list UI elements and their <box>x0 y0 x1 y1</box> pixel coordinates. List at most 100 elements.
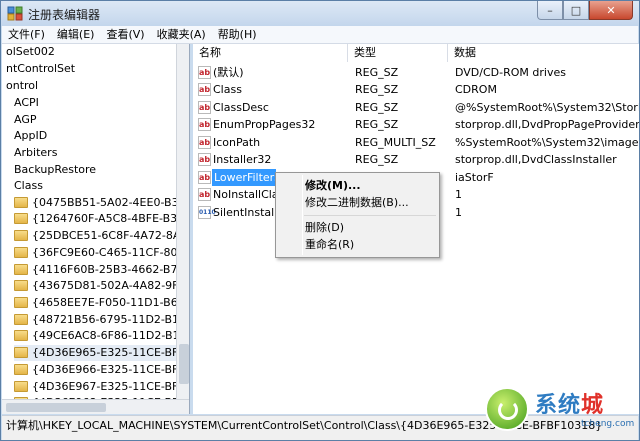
tree-item-guid[interactable]: {0475BB51-5A02-4EE0-B36C-2 <box>14 195 190 211</box>
menu-item-rename[interactable]: 重命名(R) <box>305 236 354 254</box>
value-name: SilentInstall <box>213 206 278 219</box>
value-data: CDROM <box>455 83 497 96</box>
caption-buttons: – □ ✕ <box>537 1 633 20</box>
string-value-icon: ab <box>198 83 211 96</box>
value-name: EnumPropPages32 <box>213 118 316 131</box>
watermark-text: 系统城 <box>535 393 605 418</box>
tree-horizontal-scrollbar[interactable] <box>2 399 189 414</box>
value-row[interactable]: ab ClassDesc REG_SZ @%SystemRoot%\System… <box>193 99 639 116</box>
tree-item-guid[interactable]: {4D36E967-E325-11CE-BFC1-0 <box>14 379 190 395</box>
close-button[interactable]: ✕ <box>589 1 633 20</box>
folder-icon <box>14 230 28 241</box>
value-data: storprop.dll,DvdClassInstaller <box>455 153 617 166</box>
string-value-icon: ab <box>198 136 211 149</box>
column-header-name[interactable]: 名称 <box>193 44 348 62</box>
tree-item[interactable]: ACPI <box>14 95 39 111</box>
value-name: NoInstallClas <box>213 188 285 201</box>
scrollbar-thumb[interactable] <box>6 403 106 412</box>
tree-item[interactable]: olSet002 <box>6 44 55 60</box>
string-value-icon: ab <box>198 118 211 131</box>
tree-item-label: {36FC9E60-C465-11CF-8056-4 <box>32 246 190 259</box>
registry-editor-window: 注册表编辑器 – □ ✕ 文件(F) 编辑(E) 查看(V) 收藏夹(A) 帮助… <box>0 0 640 441</box>
tree-item-guid[interactable]: {36FC9E60-C465-11CF-8056-4 <box>14 245 190 261</box>
value-name: LowerFilters <box>212 169 276 186</box>
string-value-icon: ab <box>198 101 211 114</box>
menu-separator <box>304 215 436 216</box>
value-row[interactable]: ab IconPath REG_MULTI_SZ %SystemRoot%\Sy… <box>193 134 639 151</box>
string-value-icon: ab <box>198 153 211 166</box>
tree-item-guid[interactable]: {49CE6AC8-6F86-11D2-B1E5-0 <box>14 328 190 344</box>
tree-item-guid-selected[interactable]: {4D36E965-E325-11CE-BFC1-0 <box>14 345 189 361</box>
tree-item[interactable]: BackupRestore <box>14 162 96 178</box>
value-type: REG_SZ <box>355 66 399 79</box>
value-data: iaStorF <box>455 171 494 184</box>
value-data: 1 <box>455 188 462 201</box>
key-tree-pane[interactable]: olSet002 ntControlSet ontrol ACPI AGP Ap… <box>2 44 190 414</box>
value-data: storprop.dll,DvdPropPageProvider <box>455 118 639 131</box>
value-row[interactable]: ab EnumPropPages32 REG_SZ storprop.dll,D… <box>193 116 639 133</box>
menu-bar: 文件(F) 编辑(E) 查看(V) 收藏夹(A) 帮助(H) <box>2 26 638 44</box>
value-name: Installer32 <box>213 153 272 166</box>
menu-file[interactable]: 文件(F) <box>2 26 51 44</box>
registry-app-icon <box>7 6 23 21</box>
value-type: REG_SZ <box>355 153 399 166</box>
menu-edit[interactable]: 编辑(E) <box>51 26 101 44</box>
tree-item-guid[interactable]: {4D36E966-E325-11CE-BFC1-0 <box>14 362 189 378</box>
window-title: 注册表编辑器 <box>28 8 101 22</box>
power-logo-icon <box>485 387 529 431</box>
value-data: @%SystemRoot%\System32\StorPro <box>455 101 639 114</box>
tree-item[interactable]: AGP <box>14 112 37 128</box>
folder-icon <box>14 297 28 308</box>
value-type: REG_MULTI_SZ <box>355 136 436 149</box>
list-header: 名称 类型 数据 <box>193 44 639 62</box>
value-name: ClassDesc <box>213 101 269 114</box>
menu-item-delete[interactable]: 删除(D) <box>305 219 344 237</box>
value-data: 1 <box>455 206 462 219</box>
tree-item-label: {49CE6AC8-6F86-11D2-B1E5-0 <box>32 329 190 342</box>
menu-help[interactable]: 帮助(H) <box>212 26 263 44</box>
tree-item-guid[interactable]: {48721B56-6795-11D2-B1A8-0 <box>14 312 190 328</box>
scrollbar-thumb[interactable] <box>179 344 189 384</box>
tree-item-guid[interactable]: {25DBCE51-6C8F-4A72-8A6D- <box>14 228 189 244</box>
tree-item-label: {4658EE7E-F050-11D1-B6BD-0 <box>32 296 190 309</box>
value-row[interactable]: ab Installer32 REG_SZ storprop.dll,DvdCl… <box>193 151 639 168</box>
site-watermark: 系统城 tcheng.com <box>485 387 639 440</box>
folder-icon <box>14 314 28 325</box>
tree-item[interactable]: Class <box>14 178 43 194</box>
maximize-button[interactable]: □ <box>563 1 589 20</box>
menu-favorites[interactable]: 收藏夹(A) <box>151 26 212 44</box>
value-data: %SystemRoot%\System32\imageres. <box>455 136 639 149</box>
status-path: 计算机\HKEY_LOCAL_MACHINE\SYSTEM\CurrentCon… <box>6 419 547 432</box>
value-data: DVD/CD-ROM drives <box>455 66 566 79</box>
tree-vertical-scrollbar[interactable] <box>176 44 189 399</box>
tree-item-guid[interactable]: {4116F60B-25B3-4662-B732-9 <box>14 262 189 278</box>
minimize-button[interactable]: – <box>537 1 563 20</box>
value-name: (默认) <box>213 66 244 79</box>
tree-item[interactable]: AppID <box>14 128 47 144</box>
tree-item-label: {1264760F-A5C8-4BFE-B314-D <box>32 212 190 225</box>
tree-item-guid[interactable]: {4658EE7E-F050-11D1-B6BD-0 <box>14 295 190 311</box>
tree-item-label: {48721B56-6795-11D2-B1A8-0 <box>32 313 190 326</box>
value-type: REG_SZ <box>355 83 399 96</box>
folder-icon <box>14 247 28 258</box>
tree-item-label: {4D36E965-E325-11CE-BFC1-0 <box>32 346 190 359</box>
menu-view[interactable]: 查看(V) <box>100 26 150 44</box>
menu-item-modify[interactable]: 修改(M)... <box>305 177 361 195</box>
column-header-data[interactable]: 数据 <box>448 44 639 62</box>
tree-item-label: {43675D81-502A-4A82-9F84-B <box>32 279 190 292</box>
menu-item-modify-binary[interactable]: 修改二进制数据(B)... <box>305 194 409 212</box>
column-header-type[interactable]: 类型 <box>348 44 448 62</box>
tree-item[interactable]: ontrol <box>6 78 38 94</box>
tree-item-guid[interactable]: {43675D81-502A-4A82-9F84-B <box>14 278 190 294</box>
title-bar[interactable]: 注册表编辑器 – □ ✕ <box>1 1 639 26</box>
tree-item-label: {0475BB51-5A02-4EE0-B36C-2 <box>32 196 190 209</box>
tree-item-guid[interactable]: {1264760F-A5C8-4BFE-B314-D <box>14 211 190 227</box>
string-value-icon: ab <box>198 188 211 201</box>
watermark-url: tcheng.com <box>581 419 635 429</box>
value-row[interactable]: ab (默认) REG_SZ DVD/CD-ROM drives <box>193 64 639 81</box>
value-row[interactable]: ab Class REG_SZ CDROM <box>193 81 639 98</box>
tree-item-label: {4D36E967-E325-11CE-BFC1-0 <box>32 380 190 393</box>
tree-item[interactable]: ntControlSet <box>6 61 75 77</box>
tree-item[interactable]: Arbiters <box>14 145 57 161</box>
folder-icon <box>14 280 28 291</box>
